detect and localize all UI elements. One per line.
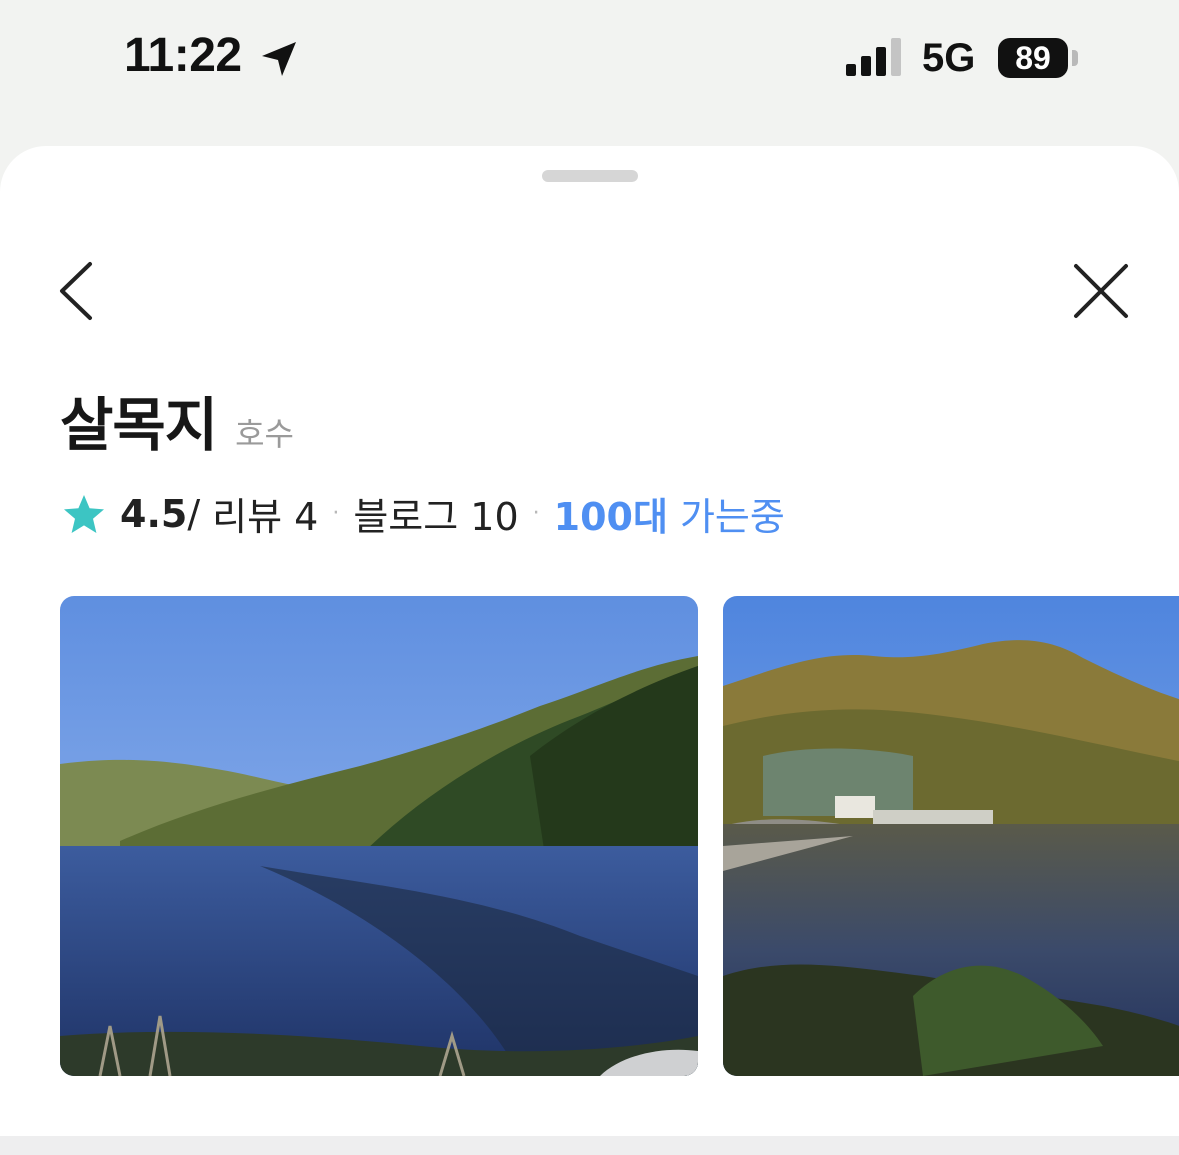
blog-count-link[interactable]: 블로그 10 bbox=[353, 486, 518, 541]
network-type: 5G bbox=[922, 36, 976, 80]
driving-count: 100대 bbox=[553, 495, 668, 539]
star-icon bbox=[64, 494, 104, 533]
lake-photo-image bbox=[60, 596, 698, 1076]
chevron-left-icon[interactable] bbox=[52, 258, 102, 324]
place-meta-row: 4.5 / 리뷰 4 · 블로그 10 · 100대 가는중 bbox=[62, 486, 785, 541]
sheet-bottom-divider bbox=[0, 1136, 1179, 1155]
battery-tip bbox=[1072, 50, 1078, 66]
battery-icon: 89 bbox=[998, 38, 1068, 78]
dam-photo-image bbox=[723, 596, 1179, 1076]
rating-value: 4.5 bbox=[120, 491, 188, 536]
place-name: 살목지 bbox=[60, 391, 218, 459]
place-detail-sheet: 살목지 호수 4.5 / 리뷰 4 · 블로그 10 · 100대 가는중 bbox=[0, 146, 1179, 1136]
status-time: 11:22 bbox=[124, 29, 242, 82]
rating-separator: / bbox=[187, 491, 201, 536]
driving-label: 가는중 bbox=[679, 495, 785, 539]
status-bar: 11:22 5G 89 bbox=[0, 0, 1179, 120]
place-photo-2[interactable] bbox=[723, 596, 1179, 1076]
location-arrow-icon bbox=[262, 42, 296, 76]
place-photo-1[interactable] bbox=[60, 596, 698, 1076]
sheet-grabber[interactable] bbox=[542, 170, 638, 182]
separator-dot: · bbox=[332, 501, 340, 526]
cellular-signal-icon bbox=[846, 38, 901, 76]
review-count-link[interactable]: 리뷰 4 bbox=[212, 486, 318, 541]
close-icon[interactable] bbox=[1070, 262, 1132, 320]
place-category: 호수 bbox=[235, 415, 294, 453]
separator-dot: · bbox=[532, 501, 540, 526]
place-title-row: 살목지 호수 bbox=[60, 378, 294, 462]
